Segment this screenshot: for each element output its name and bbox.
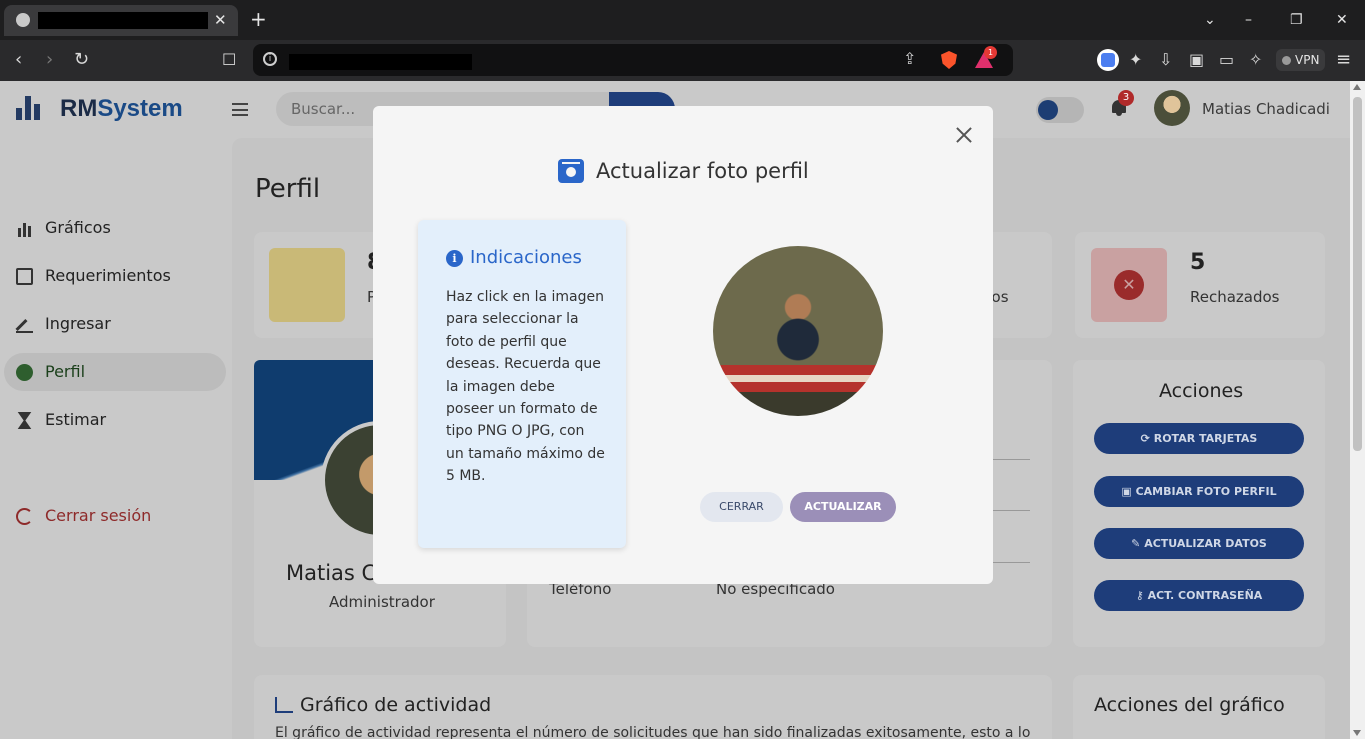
user-circle-icon: [16, 364, 33, 381]
toggle-knob: [1038, 100, 1058, 120]
key-icon: ⚷: [1135, 589, 1148, 602]
stat-icon-box: ✕: [1091, 248, 1167, 322]
brand-name: RMSystem: [60, 95, 183, 122]
reload-button[interactable]: ↻: [74, 49, 89, 71]
chart-description: El gráfico de actividad representa el nú…: [275, 725, 1031, 739]
clipboard-icon: [269, 248, 345, 322]
site-info-icon[interactable]: i: [263, 52, 277, 66]
logout-button[interactable]: Cerrar sesión: [4, 497, 226, 535]
bar-chart-icon: [16, 220, 33, 237]
close-circle-icon: ✕: [1114, 270, 1144, 300]
translate-extension-icon[interactable]: [1097, 49, 1119, 71]
stat-card-rechazados: ✕ 5 Rechazados: [1075, 232, 1325, 338]
browser-menu-icon[interactable]: ≡: [1336, 49, 1351, 71]
sidebar-item-label: Estimar: [45, 410, 107, 429]
scroll-up-arrow[interactable]: [1353, 84, 1361, 90]
cancel-button[interactable]: CERRAR: [700, 492, 783, 522]
camera-icon: [558, 159, 584, 183]
scroll-down-arrow[interactable]: [1353, 730, 1361, 736]
browser-tab-bar: ✕ + ⌄ – ❐ ✕: [0, 0, 1365, 40]
pen-icon: [15, 316, 33, 333]
sidebar-item-label: Gráficos: [45, 218, 111, 237]
clipboard-icon: [16, 268, 33, 285]
tab-close-button[interactable]: ✕: [214, 9, 227, 31]
tab-search-dropdown-icon[interactable]: ⌄: [1204, 9, 1216, 31]
sidebar-item-requerimientos[interactable]: Requerimientos: [4, 257, 226, 295]
new-tab-button[interactable]: +: [250, 8, 267, 30]
hamburger-menu-icon[interactable]: [232, 103, 248, 116]
profile-role: Administrador: [329, 593, 435, 611]
user-name[interactable]: Matias Chadicadi: [1202, 100, 1330, 118]
hourglass-icon: [17, 412, 32, 429]
share-icon[interactable]: ⇪: [903, 49, 916, 68]
sidebar-item-label: Perfil: [45, 362, 86, 381]
change-password-button[interactable]: ⚷ ACT. CONTRASEÑA: [1094, 580, 1304, 611]
theme-toggle[interactable]: [1036, 97, 1084, 123]
sidebar-toggle-icon[interactable]: ▣: [1189, 50, 1204, 70]
update-photo-modal: Actualizar foto perfil i Indicaciones Ha…: [373, 106, 993, 584]
close-window-button[interactable]: ✕: [1336, 9, 1348, 31]
actions-title: Acciones: [1159, 380, 1244, 402]
page-title: Perfil: [255, 174, 321, 204]
bookmark-icon[interactable]: ☐: [222, 49, 236, 71]
update-button[interactable]: ACTUALIZAR: [790, 492, 896, 522]
vpn-label: VPN: [1295, 53, 1320, 67]
tab-title-redacted: [38, 12, 208, 29]
browser-toolbar: ‹ › ↻ ☐ i ⇪ 1 ✦ ⇩ ▣ ▭ ✧ VPN ≡: [0, 40, 1365, 81]
divider: [990, 459, 1030, 460]
address-bar[interactable]: i ⇪ 1: [253, 44, 1013, 76]
stat-value: 5: [1190, 250, 1206, 275]
camera-icon: ▣: [1121, 485, 1136, 498]
notifications-badge: 3: [1118, 90, 1134, 106]
scrollbar-thumb[interactable]: [1353, 97, 1362, 451]
close-icon[interactable]: [953, 124, 975, 146]
divider: [990, 510, 1030, 511]
url-redacted: [289, 54, 472, 70]
divider: [990, 562, 1030, 563]
stat-label: Rechazados: [1190, 288, 1280, 306]
instructions-title: Indicaciones: [470, 247, 582, 268]
globe-icon: [16, 13, 30, 27]
brave-shields-icon[interactable]: [941, 51, 957, 69]
minimize-button[interactable]: –: [1245, 9, 1252, 31]
profile-photo-preview[interactable]: [713, 246, 883, 416]
page-scrollbar[interactable]: [1350, 81, 1365, 739]
update-data-button[interactable]: ✎ ACTUALIZAR DATOS: [1094, 528, 1304, 559]
logo-bars-icon: [16, 96, 44, 120]
line-chart-icon: [275, 697, 293, 713]
sidebar-item-label: Ingresar: [45, 314, 111, 333]
logout-label: Cerrar sesión: [45, 506, 152, 525]
sidebar-item-label: Requerimientos: [45, 266, 171, 285]
leo-ai-icon[interactable]: ✧: [1249, 50, 1262, 70]
avatar[interactable]: [1154, 90, 1190, 126]
profile-name: Matias C: [286, 561, 377, 585]
vpn-status-dot: [1282, 56, 1291, 65]
chart-title: Gráfico de actividad: [300, 694, 492, 716]
chart-actions-title: Acciones del gráfico: [1094, 694, 1285, 716]
info-icon: i: [446, 250, 463, 267]
back-button[interactable]: ‹: [15, 49, 22, 71]
sidebar-item-perfil[interactable]: Perfil: [4, 353, 226, 391]
instructions-text: Haz click en la imagen para seleccionar …: [446, 289, 605, 485]
browser-tab[interactable]: ✕: [4, 5, 238, 36]
modal-title: Actualizar foto perfil: [596, 159, 809, 183]
refresh-icon: ⟳: [1140, 432, 1154, 445]
notifications-bell-icon[interactable]: 3: [1110, 90, 1134, 117]
extensions-icon[interactable]: ✦: [1129, 50, 1142, 70]
change-photo-button[interactable]: ▣ CAMBIAR FOTO PERFIL: [1094, 476, 1304, 507]
logout-icon: [16, 508, 33, 525]
downloads-icon[interactable]: ⇩: [1159, 50, 1172, 70]
forward-button[interactable]: ›: [46, 49, 53, 71]
sidebar-item-estimar[interactable]: Estimar: [4, 401, 226, 439]
sidebar-item-graficos[interactable]: Gráficos: [4, 209, 226, 247]
vpn-button[interactable]: VPN: [1276, 49, 1326, 71]
restore-button[interactable]: ❐: [1290, 9, 1303, 31]
search-placeholder: Buscar...: [291, 100, 356, 118]
sidebar-item-ingresar[interactable]: Ingresar: [4, 305, 226, 343]
wallet-icon[interactable]: ▭: [1219, 50, 1234, 70]
user-edit-icon: ✎: [1131, 537, 1145, 550]
instructions-panel: i Indicaciones Haz click en la imagen pa…: [418, 220, 626, 548]
rewards-badge: 1: [984, 46, 997, 59]
rotate-cards-button[interactable]: ⟳ ROTAR TARJETAS: [1094, 423, 1304, 454]
